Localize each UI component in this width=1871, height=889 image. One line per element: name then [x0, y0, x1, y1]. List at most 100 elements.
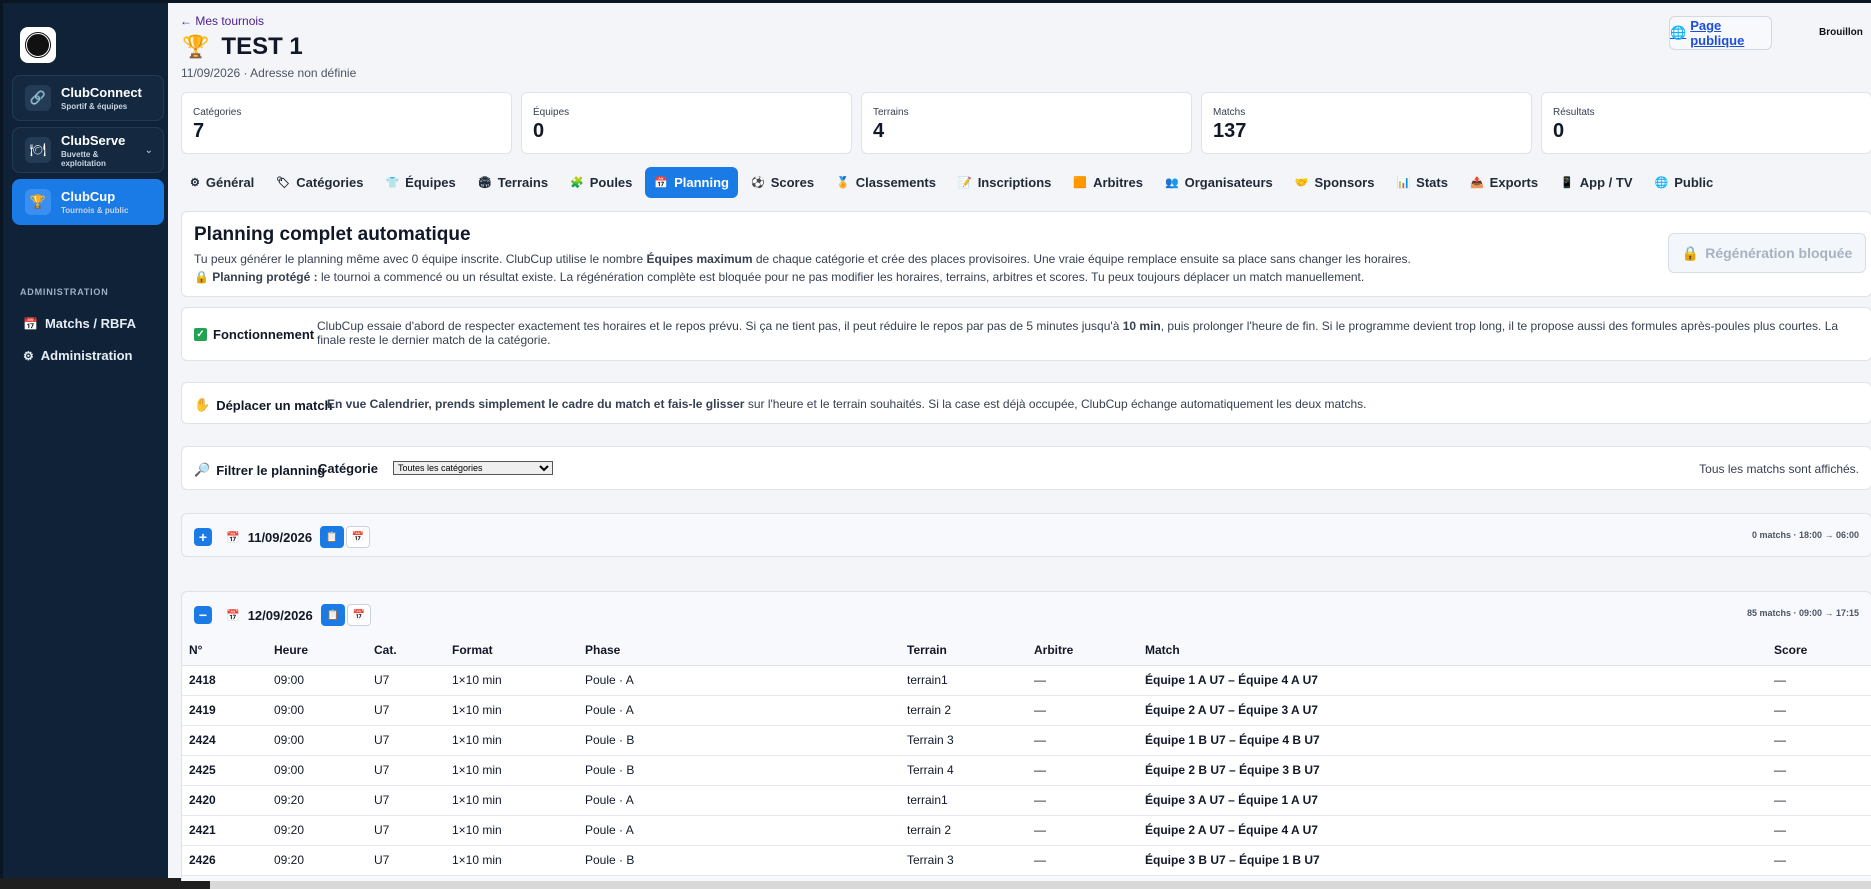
tab-public[interactable]: 🌐 Public: [1646, 167, 1723, 198]
fonctionnement-panel: ✓ Fonctionnement ClubCup essaie d'abord d…: [181, 307, 1871, 361]
expand-toggle[interactable]: +: [194, 528, 212, 546]
list-view-button[interactable]: 📋: [320, 526, 345, 548]
sidebar-link-administration[interactable]: ⚙ Administration: [23, 348, 133, 363]
gear-icon: ⚙: [23, 348, 34, 363]
collapse-toggle[interactable]: −: [194, 606, 212, 624]
sidebar-app-clubconnect[interactable]: 🔗 ClubConnect Sportif & équipes: [12, 75, 164, 121]
table-cell: terrain1: [900, 665, 1027, 696]
tab-classements[interactable]: 🏅 Classements: [827, 167, 945, 198]
tab-general[interactable]: ⚙ Général: [181, 167, 263, 198]
table-row[interactable]: 2420 09:20 U7 1×10 min Poule · Aterrain1— Équ…: [182, 785, 1871, 816]
sidebar: 🔗 ClubConnect Sportif & équipes 🍽 ClubSe…: [3, 3, 168, 878]
planning-info-line: Tu peux générer le planning même avec 0 …: [194, 252, 1411, 266]
app-subtitle: Sportif & équipes: [61, 102, 128, 111]
lock-icon: 🔒: [194, 270, 209, 284]
tab-label: Catégories: [296, 175, 364, 190]
tab-icon: 📝: [957, 177, 972, 189]
tab-inscriptions[interactable]: 📝 Inscriptions: [949, 167, 1060, 198]
table-cell: —: [1027, 845, 1138, 876]
table-cell: U7: [367, 755, 445, 786]
table-row[interactable]: 2426 09:20 U7 1×10 min Poule · B Terrain 3— Éq…: [182, 845, 1871, 876]
tab-app-tv[interactable]: 📱 App / TV: [1551, 167, 1641, 198]
public-page-label: Page publique: [1690, 18, 1745, 48]
app-title: ClubCup: [61, 189, 116, 204]
tab-arbitres[interactable]: 🟧 Arbitres: [1064, 167, 1152, 198]
tab-icon: 🟧: [1073, 177, 1088, 189]
tab-terrains[interactable]: 🏟 Terrains: [469, 167, 557, 198]
app-title: ClubServe: [61, 132, 126, 148]
table-cell: 09:00: [267, 725, 367, 756]
tab-exports[interactable]: 📤 Exports: [1461, 167, 1547, 198]
day-meta: 85 matchs · 09:00 → 17:15: [1746, 608, 1859, 618]
table-cell: —: [1767, 665, 1871, 696]
table-row[interactable]: 2418 09:00 U7 1×10 min Poule · Aterrain1— Équ…: [182, 665, 1871, 696]
text-part: Tu peux générer le planning même avec 0 …: [194, 252, 647, 266]
table-cell: Équipe 1 B U7 – Équipe 4 B U7: [1138, 725, 1767, 756]
column-header: Terrain: [900, 635, 1027, 666]
table-cell: —: [1027, 815, 1138, 846]
table-cell: 09:00: [267, 665, 367, 696]
sidebar-link-matchs-rbfa[interactable]: 📅 Matchs / RBFA: [23, 316, 136, 331]
tab-categories[interactable]: 🏷 Catégories: [267, 167, 372, 198]
table-cell: Équipe 2 B U7 – Équipe 3 B U7: [1138, 755, 1767, 786]
stat-matchs: Matchs 137: [1201, 92, 1532, 154]
stats-row: Catégories 7 Équipes 0 Terrains 4 Matchs…: [181, 92, 1871, 154]
tab-equipes[interactable]: 👕 Équipes: [376, 167, 464, 198]
tab-sponsors[interactable]: 🤝 Sponsors: [1286, 167, 1384, 198]
tab-label: Sponsors: [1314, 175, 1375, 190]
table-cell: Équipe 1 A U7 – Équipe 4 A U7: [1138, 665, 1767, 696]
globe-icon: 🌐: [1670, 25, 1687, 40]
filter-panel: 🔎 Filtrer le planning Catégorie Toutes le…: [181, 446, 1871, 490]
day-meta: 0 matchs · 18:00 → 06:00: [1751, 530, 1859, 540]
calendar-icon: 📅: [226, 531, 240, 544]
table-cell: —: [1027, 785, 1138, 816]
calendar-view-button[interactable]: 📅: [346, 526, 371, 548]
deplacer-label: ✋ Déplacer un match: [194, 397, 333, 413]
column-header: Heure: [267, 635, 367, 666]
table-cell: Terrain 3: [900, 725, 1027, 756]
chevron-down-icon[interactable]: ⌄: [145, 145, 153, 156]
filter-label: 🔎 Filtrer le planning: [194, 462, 325, 478]
table-row[interactable]: 2425 09:00 U7 1×10 min Poule · B Terrain 4— Éq…: [182, 755, 1871, 786]
sidebar-app-clubcup[interactable]: 🏆 ClubCup Tournois & public: [12, 179, 164, 225]
table-row[interactable]: 2424 09:00 U7 1×10 min Poule · B Terrain 3— Éq…: [182, 725, 1871, 756]
table-cell: terrain1: [900, 785, 1027, 816]
column-header: Phase: [578, 635, 900, 666]
table-cell: —: [1767, 695, 1871, 726]
category-select[interactable]: Toutes les catégories: [393, 461, 553, 475]
trophy-icon: 🏆: [182, 34, 210, 59]
regenerate-label: Régénération bloquée: [1705, 245, 1853, 261]
tab-icon: 🏅: [836, 177, 850, 189]
table-cell: 1×10 min: [445, 815, 578, 846]
back-link[interactable]: ← Mes tournois: [180, 14, 264, 28]
public-page-button[interactable]: 🌐 Page publique: [1669, 16, 1772, 50]
hand-icon: ✋: [194, 397, 211, 412]
table-cell: Équipe 3 A U7 – Équipe 1 A U7: [1138, 785, 1767, 816]
day-header: − 📅 12/09/2026 📋 📅: [194, 604, 371, 626]
sidebar-app-clubserve[interactable]: 🍽 ClubServe Buvette & exploitation ⌄: [12, 127, 164, 173]
stat-value: 7: [193, 120, 205, 142]
table-cell: 2419: [182, 695, 267, 726]
table-cell: —: [1767, 815, 1871, 846]
table-row[interactable]: 2419 09:00 U7 1×10 min Poule · Aterrain 2— Éq…: [182, 695, 1871, 726]
deplacer-text: En vue Calendrier, prends simplement le …: [327, 397, 1366, 411]
tab-scores[interactable]: ⚽ Scores: [742, 167, 823, 198]
table-cell: 09:20: [267, 845, 367, 876]
table-cell: 2426: [182, 845, 267, 876]
text-bold: 10 min: [1122, 319, 1161, 333]
regenerate-button[interactable]: 🔒 Régénération bloquée: [1668, 233, 1866, 273]
table-header-row: N° Heure Cat. Format Phase Terrain Arbitre Matc…: [182, 635, 1871, 666]
tab-poules[interactable]: 🧩 Poules: [561, 167, 641, 198]
table-cell: Équipe 3 B U7 – Équipe 1 B U7: [1138, 845, 1767, 876]
tab-stats[interactable]: 📊 Stats: [1387, 167, 1457, 198]
calendar-view-button[interactable]: 📅: [346, 604, 371, 626]
table-cell: U7: [367, 725, 445, 756]
club-logo[interactable]: [20, 27, 56, 63]
tab-icon: 👥: [1164, 177, 1179, 189]
table-row[interactable]: 2421 09:20 U7 1×10 min Poule · Aterrain 2— Éq…: [182, 815, 1871, 846]
tab-organisateurs[interactable]: 👥 Organisateurs: [1156, 167, 1282, 198]
tab-planning[interactable]: 📅 Planning: [645, 167, 738, 198]
list-view-button[interactable]: 📋: [320, 604, 345, 626]
link-icon: 🔗: [25, 85, 51, 111]
tournament-subtitle: 11/09/2026 · Adresse non définie: [181, 66, 357, 80]
